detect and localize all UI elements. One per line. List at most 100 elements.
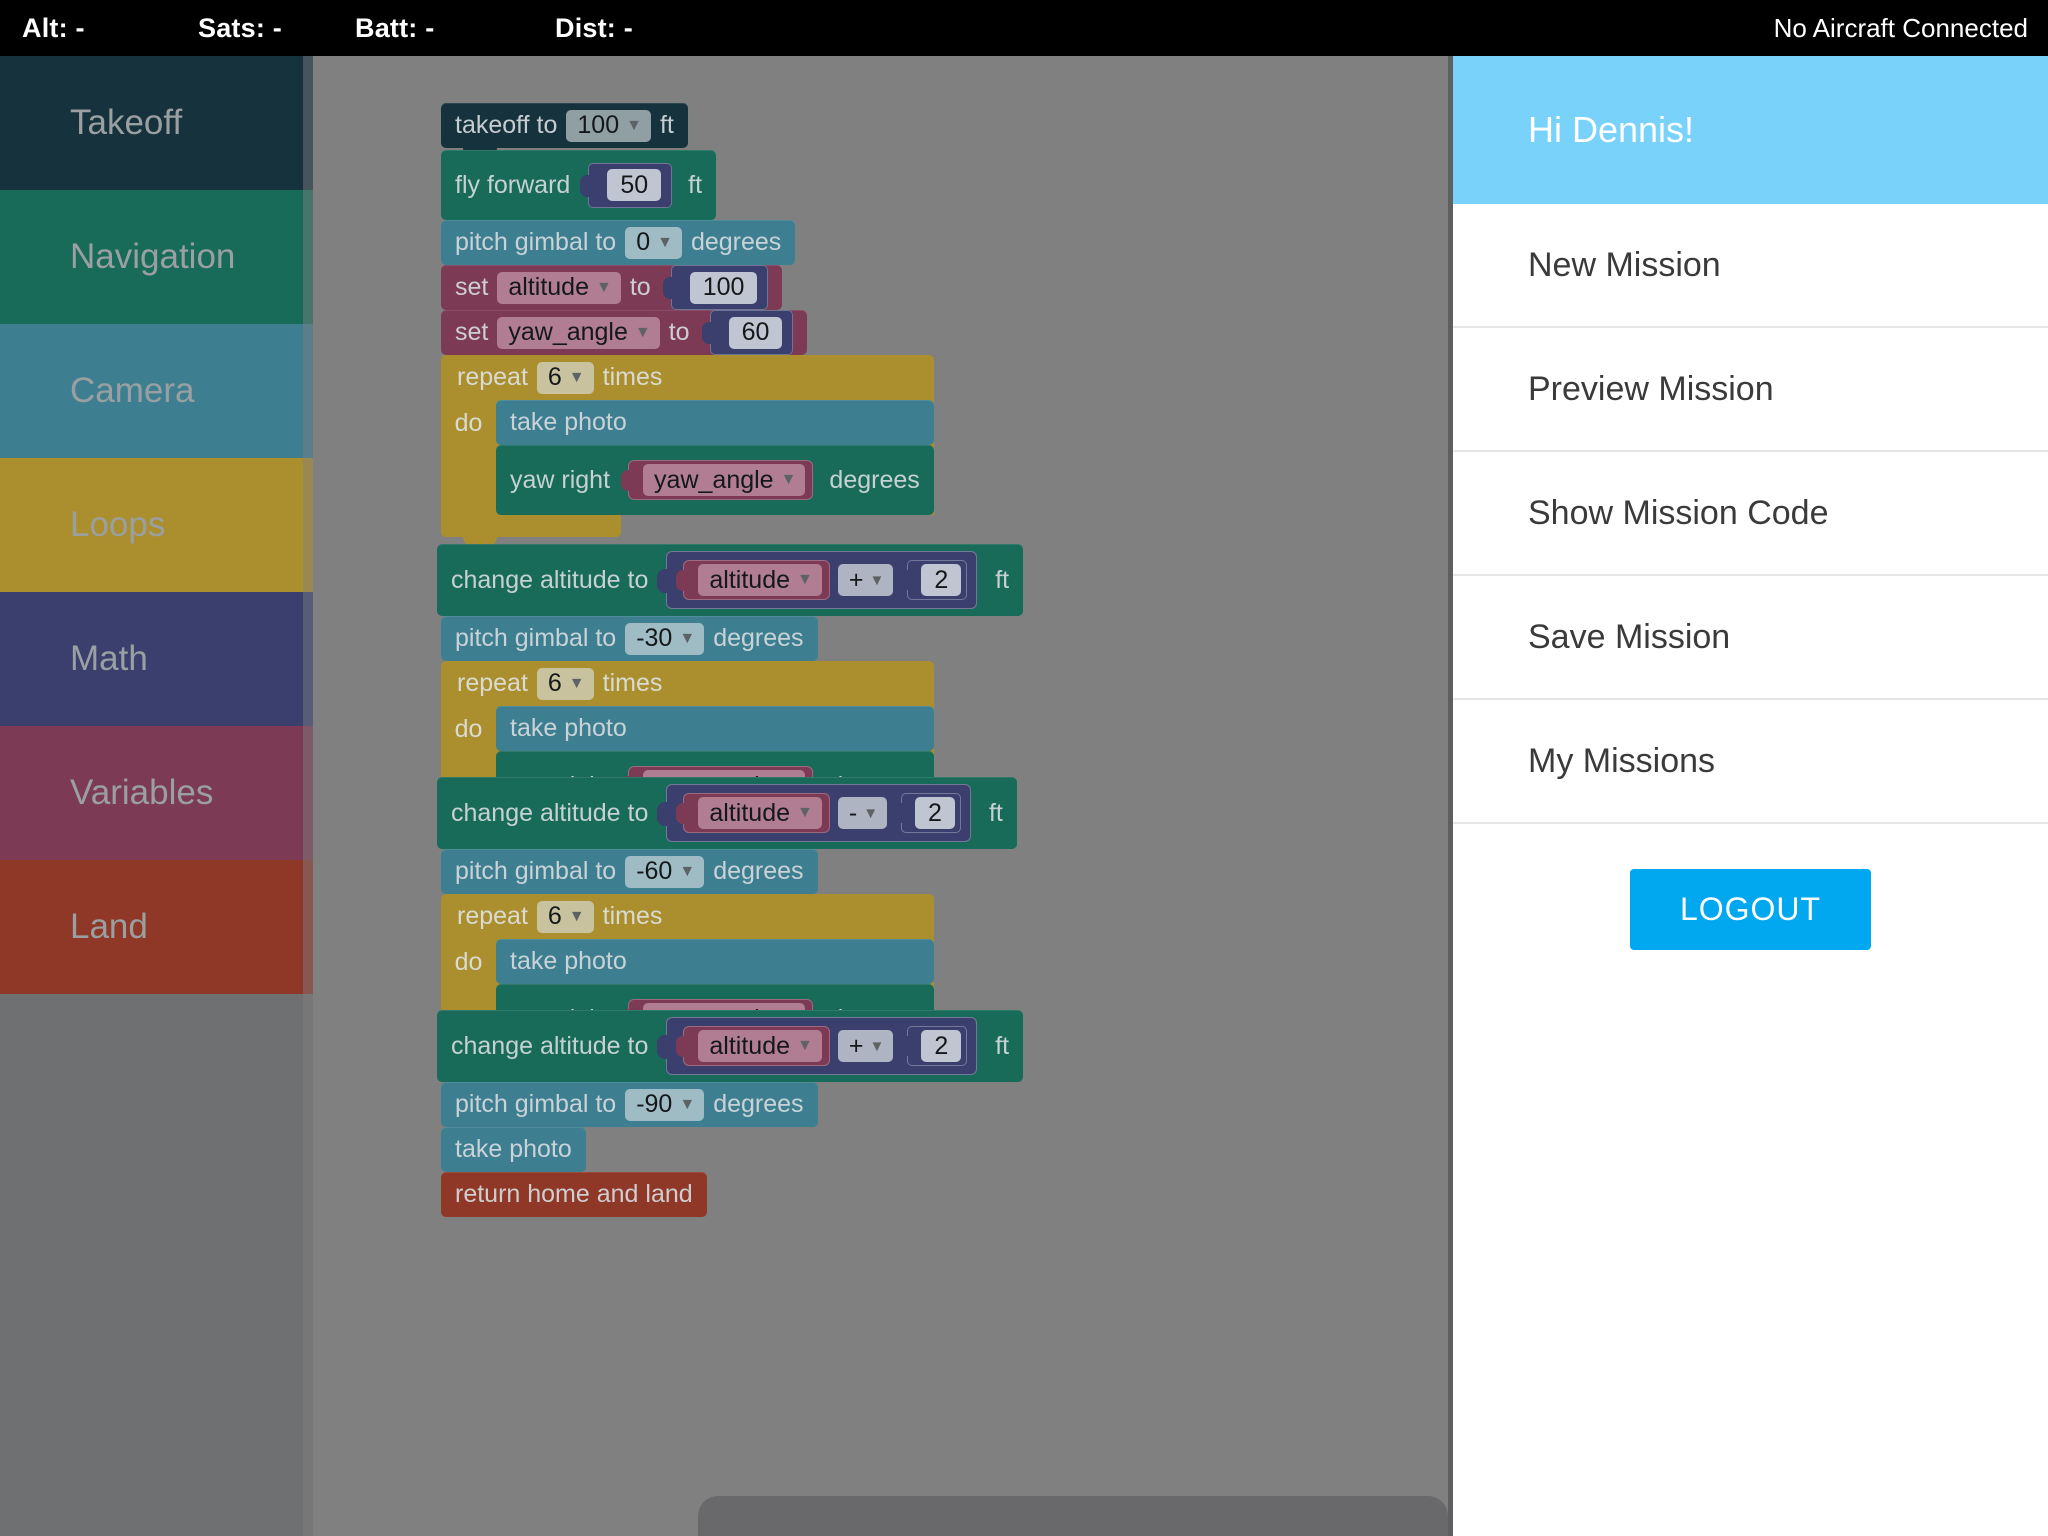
chevron-down-icon: ▼ bbox=[657, 233, 673, 251]
arith-variable-dropdown[interactable]: altitude ▼ bbox=[698, 1030, 822, 1062]
number-value[interactable]: 2 bbox=[921, 1030, 962, 1062]
repeat-count-dropdown[interactable]: 6 ▼ bbox=[536, 667, 594, 700]
logout-button[interactable]: LOGOUT bbox=[1629, 868, 1872, 950]
dropdown-value: altitude bbox=[508, 273, 589, 301]
repeat-header[interactable]: repeat 6 ▼ times bbox=[441, 894, 934, 948]
arith-right-number-socket[interactable]: 2 bbox=[900, 1026, 968, 1066]
number-value[interactable]: 2 bbox=[921, 564, 962, 596]
arith-left-variable-socket[interactable]: altitude ▼ bbox=[676, 793, 830, 833]
menu-item-preview-mission[interactable]: Preview Mission bbox=[1453, 328, 2048, 452]
arith-left-variable-socket[interactable]: altitude ▼ bbox=[676, 1026, 830, 1066]
pitch-gimbal-angle-dropdown[interactable]: -90 ▼ bbox=[625, 1088, 705, 1121]
sidebar-item-takeoff[interactable]: Takeoff bbox=[0, 56, 313, 190]
chevron-down-icon: ▼ bbox=[679, 1095, 696, 1113]
workspace-horizontal-scrollbar[interactable] bbox=[313, 1490, 1448, 1536]
pitch-gimbal-angle-dropdown[interactable]: 0 ▼ bbox=[625, 226, 682, 259]
menu-item-my-missions[interactable]: My Missions bbox=[1453, 700, 2048, 824]
repeat-header[interactable]: repeat 6 ▼ times bbox=[441, 355, 934, 409]
block-label: fly forward bbox=[455, 170, 571, 199]
block-repeat-1[interactable]: repeat 6 ▼ times do take photo yaw right bbox=[441, 355, 934, 546]
arithmetic-block-2[interactable]: altitude ▼ - ▼ 2 bbox=[657, 784, 971, 842]
arithmetic-block-3[interactable]: altitude ▼ + ▼ 2 bbox=[657, 1017, 978, 1075]
yaw-right-variable-dropdown[interactable]: yaw_angle ▼ bbox=[643, 464, 806, 496]
block-take-photo-4[interactable]: take photo bbox=[441, 1127, 586, 1181]
block-change-altitude-3[interactable]: change altitude to altitude ▼ + ▼ 2 ft bbox=[437, 1010, 1024, 1091]
chevron-down-icon: ▼ bbox=[679, 629, 696, 647]
block-label: change altitude to bbox=[451, 565, 649, 594]
block-unit: ft bbox=[688, 170, 703, 199]
block-workspace-canvas[interactable]: takeoff to 100 ▼ ft fly forward 50 ft pi… bbox=[313, 56, 1448, 1536]
takeoff-altitude-dropdown[interactable]: 100 ▼ bbox=[566, 109, 651, 142]
sidebar-item-math[interactable]: Math bbox=[0, 592, 313, 726]
block-take-photo-2[interactable]: take photo bbox=[496, 706, 934, 760]
block-return-home-and-land[interactable]: return home and land bbox=[441, 1172, 707, 1217]
menu-item-save-mission[interactable]: Save Mission bbox=[1453, 576, 2048, 700]
sidebar-item-variables[interactable]: Variables bbox=[0, 726, 313, 860]
block-unit: degrees bbox=[713, 624, 804, 652]
number-value[interactable]: 2 bbox=[915, 797, 955, 829]
arith-right-number-socket[interactable]: 2 bbox=[894, 793, 961, 833]
logout-button-container: LOGOUT bbox=[1453, 824, 2048, 994]
arith-operator-dropdown[interactable]: + ▼ bbox=[837, 564, 894, 596]
arithmetic-block-1[interactable]: altitude ▼ + ▼ 2 bbox=[657, 551, 978, 609]
block-pitch-gimbal-1[interactable]: pitch gimbal to 0 ▼ degrees bbox=[441, 220, 796, 274]
block-change-altitude-2[interactable]: change altitude to altitude ▼ - ▼ 2 ft bbox=[437, 777, 1017, 858]
arith-operator-dropdown[interactable]: + ▼ bbox=[837, 1030, 894, 1062]
repeat-header[interactable]: repeat 6 ▼ times bbox=[441, 661, 934, 715]
block-label: change altitude to bbox=[451, 798, 649, 827]
dropdown-value: 6 bbox=[547, 363, 562, 391]
number-value[interactable]: 50 bbox=[607, 169, 662, 201]
sidebar-item-navigation[interactable]: Navigation bbox=[0, 190, 313, 324]
chevron-down-icon: ▼ bbox=[797, 1037, 813, 1054]
arith-right-number-socket[interactable]: 2 bbox=[900, 560, 968, 600]
block-take-photo-1[interactable]: take photo bbox=[496, 400, 934, 454]
set-altitude-variable-dropdown[interactable]: altitude ▼ bbox=[497, 271, 621, 304]
repeat-count-dropdown[interactable]: 6 ▼ bbox=[536, 361, 594, 394]
menu-item-show-mission-code[interactable]: Show Mission Code bbox=[1453, 452, 2048, 576]
arith-left-variable-socket[interactable]: altitude ▼ bbox=[676, 560, 830, 600]
pitch-gimbal-angle-dropdown[interactable]: -60 ▼ bbox=[625, 855, 705, 888]
set-yaw-angle-variable-dropdown[interactable]: yaw_angle ▼ bbox=[497, 316, 660, 349]
block-pitch-gimbal-3[interactable]: pitch gimbal to -60 ▼ degrees bbox=[441, 849, 818, 903]
chevron-down-icon: ▼ bbox=[595, 278, 612, 296]
block-unit: ft bbox=[995, 1031, 1010, 1060]
block-change-altitude-1[interactable]: change altitude to altitude ▼ + ▼ 2 ft bbox=[437, 544, 1024, 625]
scrollbar-thumb[interactable] bbox=[698, 1496, 1448, 1536]
menu-item-label: Preview Mission bbox=[1528, 369, 1774, 408]
block-pitch-gimbal-4[interactable]: pitch gimbal to -90 ▼ degrees bbox=[441, 1082, 818, 1136]
repeat-body: do take photo yaw right yaw_angle ▼ bbox=[441, 400, 934, 515]
repeat-count-dropdown[interactable]: 6 ▼ bbox=[536, 900, 594, 933]
block-label: change altitude to bbox=[451, 1031, 649, 1060]
sidebar-item-label: Navigation bbox=[70, 237, 236, 276]
number-value[interactable]: 60 bbox=[728, 316, 783, 349]
block-label: repeat bbox=[457, 669, 528, 697]
block-label: take photo bbox=[510, 408, 627, 436]
sidebar-item-camera[interactable]: Camera bbox=[0, 324, 313, 458]
block-label-to: to bbox=[629, 273, 651, 301]
block-fly-forward[interactable]: fly forward 50 ft bbox=[441, 150, 717, 229]
block-set-altitude[interactable]: set altitude ▼ to 100 bbox=[441, 265, 783, 319]
chevron-down-icon: ▼ bbox=[869, 571, 885, 589]
arith-operator-dropdown[interactable]: - ▼ bbox=[837, 797, 888, 829]
pitch-gimbal-angle-dropdown[interactable]: -30 ▼ bbox=[625, 622, 705, 655]
sidebar-item-loops[interactable]: Loops bbox=[0, 458, 313, 592]
sidebar-item-label: Land bbox=[70, 907, 148, 946]
block-take-photo-3[interactable]: take photo bbox=[496, 939, 934, 993]
number-value[interactable]: 100 bbox=[689, 271, 758, 304]
fly-forward-distance-socket[interactable]: 50 bbox=[580, 162, 673, 208]
set-yaw-angle-value-socket[interactable]: 60 bbox=[701, 310, 794, 355]
set-altitude-value-socket[interactable]: 100 bbox=[662, 265, 769, 310]
arith-variable-dropdown[interactable]: altitude ▼ bbox=[698, 797, 822, 829]
block-takeoff[interactable]: takeoff to 100 ▼ ft bbox=[441, 103, 688, 157]
block-pitch-gimbal-2[interactable]: pitch gimbal to -30 ▼ degrees bbox=[441, 616, 818, 670]
sidebar-item-label: Camera bbox=[70, 371, 195, 410]
dropdown-value: altitude bbox=[709, 798, 791, 827]
menu-item-label: New Mission bbox=[1528, 245, 1721, 284]
sidebar-item-land[interactable]: Land bbox=[0, 860, 313, 994]
arith-variable-dropdown[interactable]: altitude ▼ bbox=[698, 564, 822, 596]
menu-item-new-mission[interactable]: New Mission bbox=[1453, 204, 2048, 328]
yaw-right-variable-socket[interactable]: yaw_angle ▼ bbox=[621, 460, 814, 500]
dropdown-value: 6 bbox=[547, 902, 562, 930]
block-yaw-right-1[interactable]: yaw right yaw_angle ▼ degrees bbox=[496, 445, 934, 515]
block-set-yaw-angle[interactable]: set yaw_angle ▼ to 60 bbox=[441, 310, 808, 364]
